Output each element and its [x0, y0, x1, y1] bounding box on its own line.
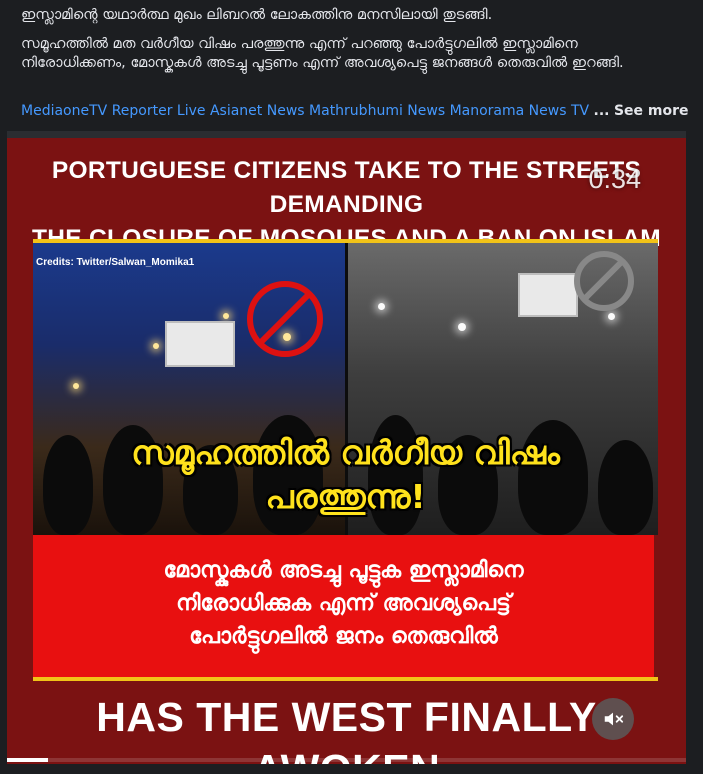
video-progress-fill: [7, 758, 48, 762]
photo-credits: Credits: Twitter/Salwan_Momika1: [36, 257, 195, 268]
post-tags: MediaoneTV Reporter Live Asianet News Ma…: [21, 102, 689, 120]
post-line-2: സമൂഹത്തിൽ മത വർഗീയ വിഷം പരത്തുന്നു എന്ന്…: [21, 36, 624, 71]
video-headline-line-1: PORTUGUESE CITIZENS TAKE TO THE STREETS …: [51, 157, 642, 218]
caption-box-text: മോസ്കുകൾ അടച്ചു പൂട്ടുക ഇസ്ലാമിനെ നിരോധി…: [33, 554, 654, 653]
video-progress-bar[interactable]: [7, 758, 686, 762]
street-light: [223, 313, 229, 319]
video-overlay-line-2: പരത്തുന്നു!: [265, 477, 426, 516]
tag-manorama-news-tv[interactable]: Manorama News TV: [450, 103, 590, 119]
post-text: ഇസ്ലാമിന്റെ യഥാർത്ഥ മുഖം ലിബറൽ ലോകത്തിനു…: [21, 6, 681, 73]
street-light: [608, 313, 615, 320]
tag-mathrubhumi-news[interactable]: Mathrubhumi News: [309, 103, 445, 119]
ban-symbol-icon: [247, 281, 323, 357]
street-light: [458, 323, 466, 331]
ban-symbol-icon: [574, 251, 634, 311]
protest-sign: [165, 321, 235, 367]
tag-mediaonetv[interactable]: MediaoneTV: [21, 103, 107, 119]
caption-line-2: നിരോധിക്കുക എന്ന് അവശ്യപെട്ട്: [176, 591, 511, 616]
street-light: [153, 343, 159, 349]
tag-reporter-live[interactable]: Reporter Live: [112, 103, 206, 119]
video-overlay-line-1: സമൂഹത്തിൽ വർഗീയ വിഷം: [131, 433, 560, 472]
mute-button[interactable]: [592, 698, 634, 740]
caption-line-3: പോർട്ടുഗലിൽ ജനം തെരുവിൽ: [189, 624, 498, 649]
post-line-1: ഇസ്ലാമിന്റെ യഥാർത്ഥ മുഖം ലിബറൽ ലോകത്തിനു…: [21, 7, 493, 23]
tag-asianet-news[interactable]: Asianet News: [210, 103, 305, 119]
muted-speaker-icon: [604, 712, 624, 726]
caption-line-1: മോസ്കുകൾ അടച്ചു പൂട്ടുക ഇസ്ലാമിനെ: [163, 558, 524, 583]
video-overlay-text: സമൂഹത്തിൽ വർഗീയ വിഷം പരത്തുന്നു!: [33, 431, 658, 519]
street-light: [73, 383, 79, 389]
media-top-bar: [7, 131, 686, 138]
caption-box: മോസ്കുകൾ അടച്ചു പൂട്ടുക ഇസ്ലാമിനെ നിരോധി…: [33, 535, 654, 677]
video-timer: 0:34: [588, 164, 641, 194]
video-bottom-headline: HAS THE WEST FINALLY AWOKEN: [96, 694, 597, 764]
see-more-link[interactable]: See more: [614, 103, 689, 119]
protest-sign: [518, 273, 578, 317]
street-light: [378, 303, 385, 310]
accent-line-bottom: [33, 677, 658, 681]
ellipsis: ...: [593, 103, 610, 119]
video-player[interactable]: PORTUGUESE CITIZENS TAKE TO THE STREETS …: [7, 131, 686, 764]
